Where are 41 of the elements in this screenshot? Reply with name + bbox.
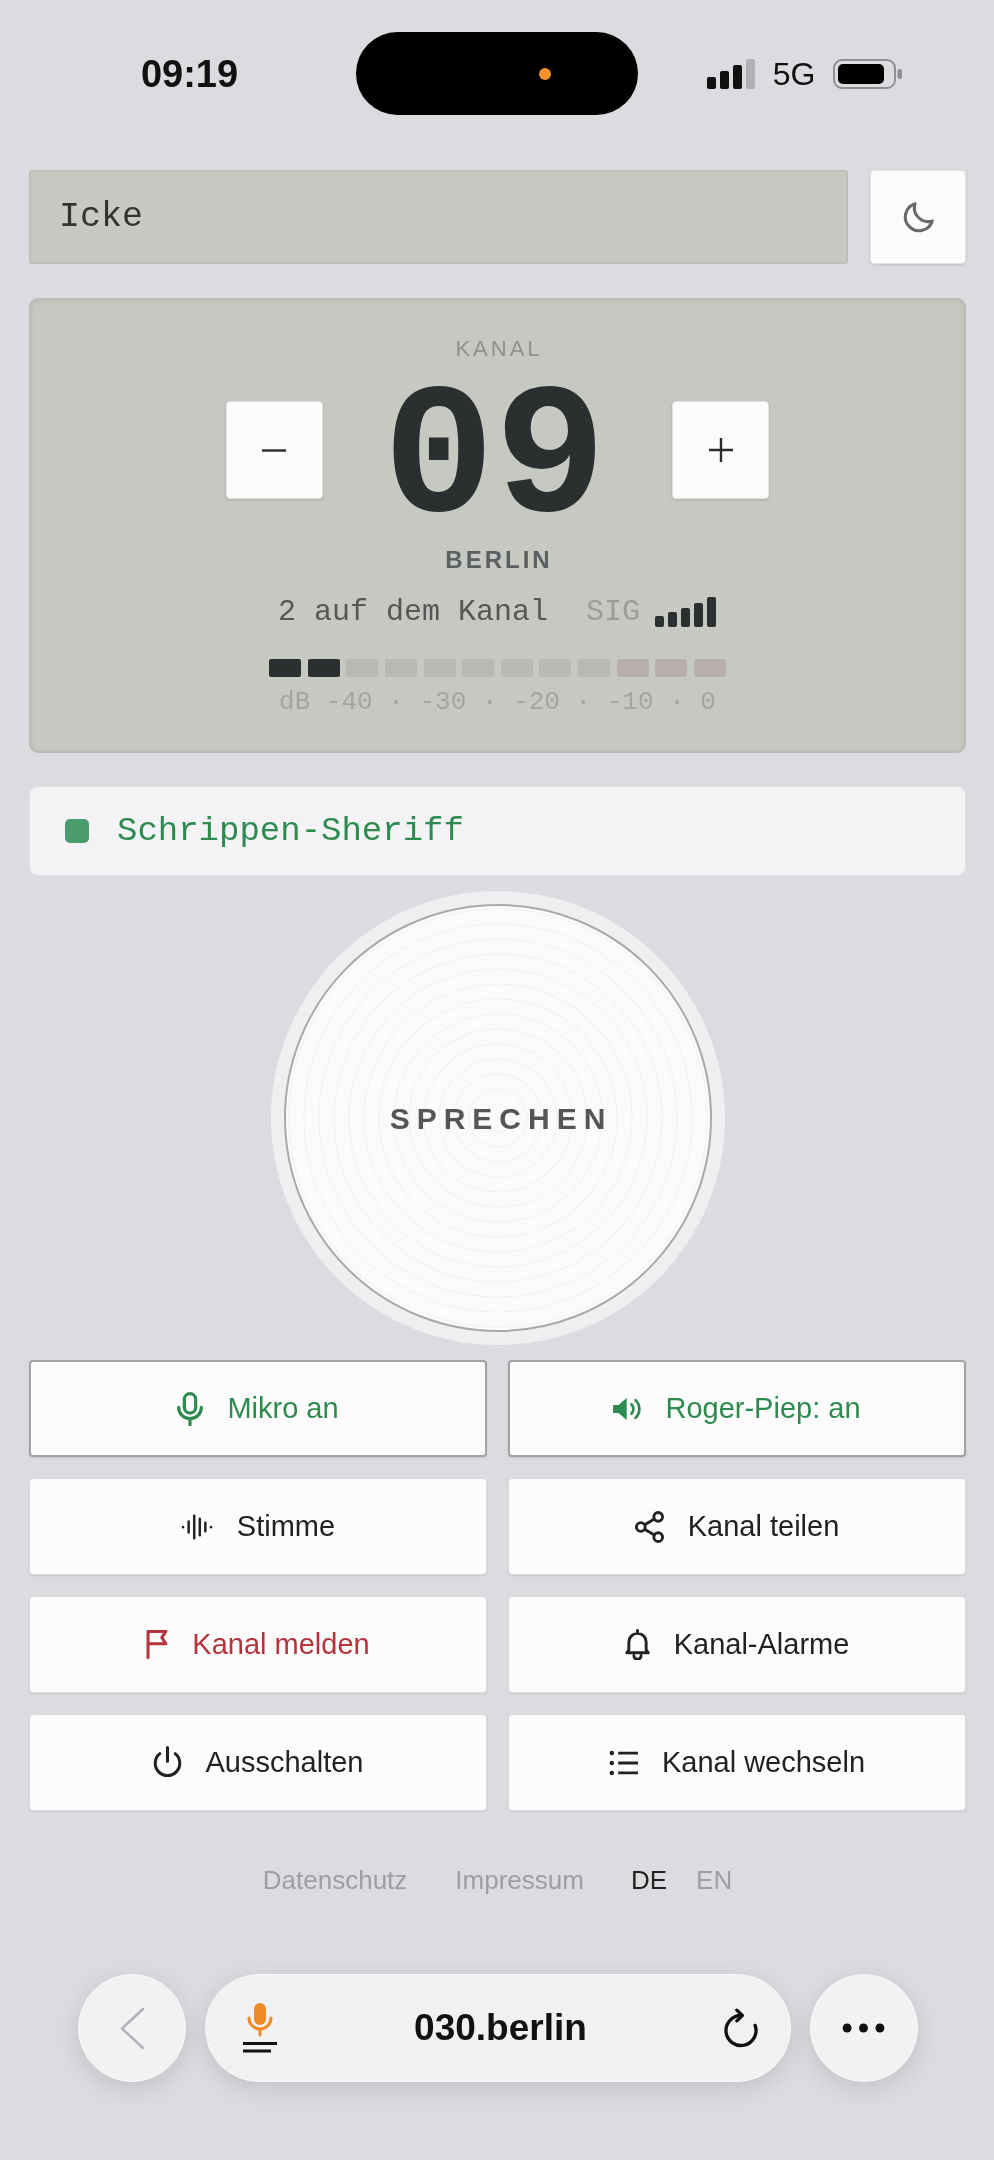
indicator-dot-icon xyxy=(539,67,551,80)
report-channel-button[interactable]: Kanal melden xyxy=(29,1596,487,1693)
city-label: BERLIN xyxy=(444,546,553,574)
theme-toggle-button[interactable] xyxy=(870,170,966,264)
cellular-signal-icon xyxy=(706,58,755,89)
speaker-icon xyxy=(613,1397,642,1420)
status-time: 09:19 xyxy=(140,54,239,93)
reload-icon[interactable] xyxy=(724,2008,759,2048)
roger-beep-toggle[interactable]: Roger-Piep: an xyxy=(508,1360,966,1457)
share-icon xyxy=(634,1510,664,1543)
moon-icon xyxy=(902,201,934,233)
list-icon xyxy=(608,1749,638,1776)
waveform-icon xyxy=(180,1513,213,1540)
address-bar[interactable]: 030.berlin xyxy=(204,1974,791,2082)
channel-down-button[interactable] xyxy=(225,401,323,499)
plus-icon xyxy=(708,438,733,462)
url-text: 030.berlin xyxy=(414,2006,587,2050)
power-icon xyxy=(152,1746,182,1779)
bell-icon xyxy=(624,1629,650,1660)
chevron-left-icon xyxy=(118,2006,145,2050)
channel-alerts-button[interactable]: Kanal-Alarme xyxy=(508,1596,966,1693)
switch-channel-button[interactable]: Kanal wechseln xyxy=(508,1714,966,1811)
microphone-icon[interactable] xyxy=(242,2003,277,2053)
network-label: 5G xyxy=(772,57,816,90)
channel-up-button[interactable] xyxy=(672,401,770,499)
power-off-button[interactable]: Ausschalten xyxy=(29,1714,487,1811)
more-icon xyxy=(842,2023,885,2033)
language-option[interactable]: DE xyxy=(630,1865,668,1895)
share-channel-button[interactable]: Kanal teilen xyxy=(508,1478,966,1575)
speaker-name: Schrippen-Sheriff xyxy=(117,811,464,851)
minus-icon xyxy=(262,448,287,452)
microphone-icon xyxy=(177,1391,204,1426)
voice-button[interactable]: Stimme xyxy=(29,1478,487,1575)
channel-number: 09 xyxy=(382,376,607,546)
flag-icon xyxy=(146,1630,169,1659)
talk-button[interactable]: SPRECHEN xyxy=(270,891,725,1345)
listener-count: 2 auf dem Kanal xyxy=(277,594,548,630)
name-field[interactable]: Icke xyxy=(29,170,848,264)
battery-icon xyxy=(833,58,903,89)
microphone-toggle[interactable]: Mikro an xyxy=(29,1360,487,1457)
signal-strength-icon xyxy=(655,597,718,627)
